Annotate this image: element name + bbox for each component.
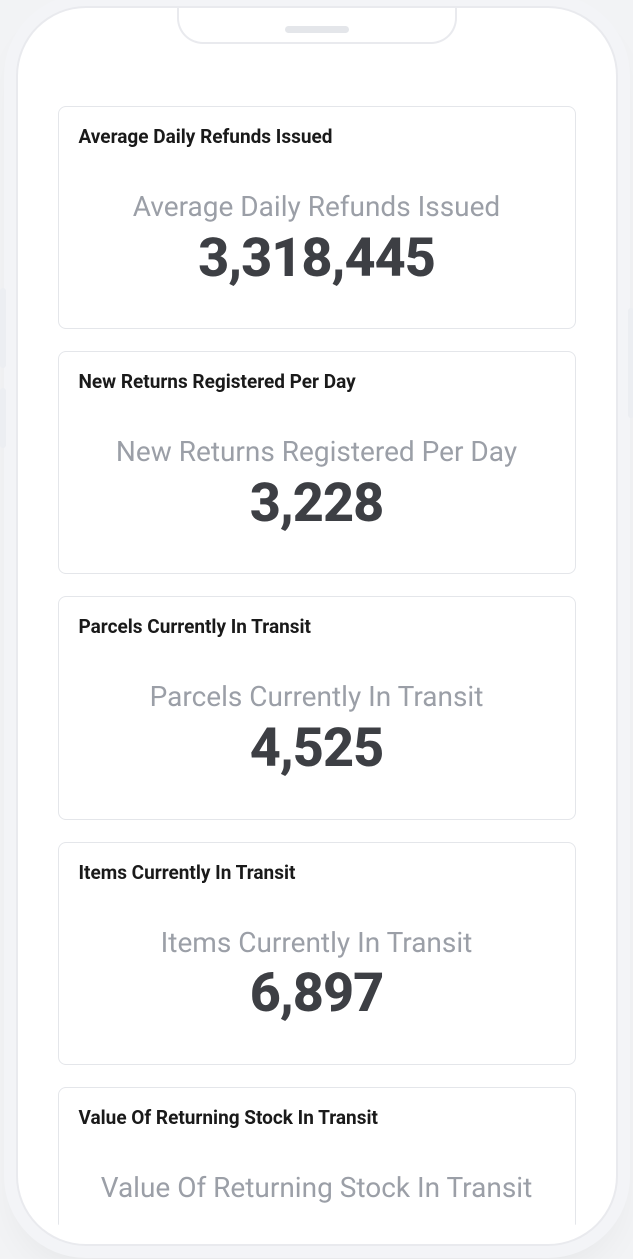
card-header: Parcels Currently In Transit: [79, 615, 555, 638]
metric-label: Average Daily Refunds Issued: [79, 192, 555, 223]
card-header: New Returns Registered Per Day: [79, 370, 555, 393]
metric-label: Items Currently In Transit: [79, 928, 555, 959]
metric-label: Value Of Returning Stock In Transit: [79, 1173, 555, 1204]
card-header: Items Currently In Transit: [79, 861, 555, 884]
metric-value: 3,228: [79, 474, 555, 533]
phone-frame: Average Daily Refunds Issued Average Dai…: [18, 8, 616, 1244]
metric-value: 3,318,445: [79, 229, 555, 288]
dashboard-scroll[interactable]: Average Daily Refunds Issued Average Dai…: [58, 106, 576, 1232]
phone-side-button-right: [628, 308, 633, 418]
card-header: Average Daily Refunds Issued: [79, 125, 555, 148]
metric-value: 6,897: [79, 964, 555, 1023]
metric-label: Parcels Currently In Transit: [79, 682, 555, 713]
card-header: Value Of Returning Stock In Transit: [79, 1106, 555, 1129]
metric-card-parcels-in-transit: Parcels Currently In Transit Parcels Cur…: [58, 596, 576, 819]
phone-side-button-left-1: [0, 288, 6, 368]
phone-side-button-left-2: [0, 388, 6, 448]
metric-card-new-returns-per-day: New Returns Registered Per Day New Retur…: [58, 351, 576, 574]
metric-label: New Returns Registered Per Day: [79, 437, 555, 468]
metric-value: 4,525: [79, 719, 555, 778]
phone-speaker: [285, 26, 349, 33]
stage: Average Daily Refunds Issued Average Dai…: [0, 0, 633, 1259]
metric-card-avg-daily-refunds: Average Daily Refunds Issued Average Dai…: [58, 106, 576, 329]
metric-card-items-in-transit: Items Currently In Transit Items Current…: [58, 842, 576, 1065]
phone-screen: Average Daily Refunds Issued Average Dai…: [30, 20, 604, 1232]
metric-card-value-returning-stock: Value Of Returning Stock In Transit Valu…: [58, 1087, 576, 1232]
